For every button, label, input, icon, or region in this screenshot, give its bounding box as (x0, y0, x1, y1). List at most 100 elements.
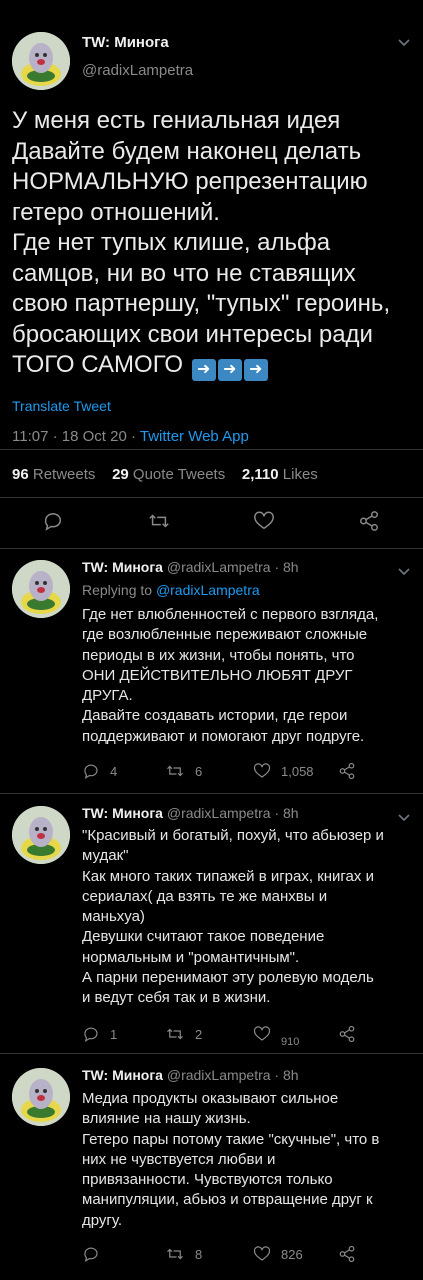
reply-button[interactable]: 4 (82, 762, 117, 780)
reply-line: сериалах( да взять те же манхвы и (82, 887, 328, 905)
share-icon (339, 1245, 355, 1263)
retweet-count: 2 (195, 1026, 203, 1042)
tweet-time[interactable]: 11:07 · 18 Oct 20 · (12, 428, 140, 445)
retweet-button[interactable]: 2 (165, 1025, 202, 1043)
author-name[interactable]: TW: Минога (82, 34, 169, 51)
reply-line: манипуляции, абьюз и отвращение друг к (82, 1191, 373, 1209)
reply-action-bar: 1 2 910 (0, 1025, 423, 1055)
reply-action-bar: 4 6 1,058 (0, 762, 423, 792)
reply-line: "Красивый и богатый, похуй, что абьюзер … (82, 827, 384, 844)
share-icon (339, 762, 355, 780)
top-edge (0, 0, 423, 10)
reply-line: мудак" (82, 847, 129, 865)
avatar[interactable] (12, 806, 70, 864)
divider (0, 793, 423, 794)
like-button[interactable]: 910 (253, 1025, 299, 1048)
reply-line: поддерживают и помогают друг подруге. (82, 727, 365, 745)
share-button[interactable] (338, 1245, 356, 1263)
reply-header: TW: Минога @radixLampetra · 8h (82, 1067, 299, 1083)
reply-line: ОНИ ДЕЙСТВИТЕЛЬНО ЛЮБЯТ ДРУГ (82, 666, 353, 684)
reply-icon (84, 1027, 98, 1043)
reply-line: Давайте создавать истории, где герои (82, 707, 348, 725)
reply-text: Медиа продукты оказывают сильное влияние… (82, 1089, 412, 1231)
share-icon (339, 1025, 355, 1043)
retweet-button[interactable]: 8 (165, 1245, 202, 1263)
reply-action-bar: 8 826 (0, 1245, 423, 1275)
heart-icon (254, 511, 274, 530)
reply-header: TW: Минога @radixLampetra · 8h (82, 805, 299, 821)
reply-line: Где нет влюбленностей с первого взгляда, (82, 606, 379, 623)
tweet-line: бросающих свои интересы ради (12, 320, 373, 348)
reply-line: другу. (82, 1211, 123, 1229)
reply-line: Медиа продукты оказывают сильное (82, 1090, 339, 1107)
share-icon (360, 511, 378, 531)
share-button[interactable] (358, 510, 380, 532)
reply-line: нормальным и "романтичным". (82, 948, 300, 966)
reply-icon (44, 513, 62, 531)
translate-tweet-link[interactable]: Translate Tweet (12, 398, 111, 414)
author-name[interactable]: TW: Минога (82, 1067, 163, 1083)
tweet-line: свою партнершу, "тупых" героинь, (12, 290, 391, 317)
author-name[interactable]: TW: Минога (82, 559, 163, 575)
author-handle[interactable]: @radixLampetra · 8h (167, 1067, 299, 1083)
retweet-icon (167, 1028, 183, 1040)
tweet-meta: 11:07 · 18 Oct 20 · Twitter Web App (12, 428, 249, 445)
tweet-line: ТОГО САМОГО (12, 351, 184, 378)
retweet-count: 8 (195, 1246, 203, 1262)
reply-line: периоды в их жизни, чтобы понять, что (82, 646, 355, 664)
retweet-button[interactable]: 6 (165, 762, 202, 780)
like-count: 826 (281, 1246, 303, 1262)
like-button[interactable] (253, 510, 275, 532)
reply-button[interactable]: 1 (82, 1025, 117, 1043)
reply-text: "Красивый и богатый, похуй, что абьюзер … (82, 826, 412, 1009)
tweet-line: Давайте будем наконец делать (12, 137, 362, 165)
tweet-line: НОРМАЛЬНУЮ репрезентацию (12, 168, 368, 195)
author-handle[interactable]: @radixLampetra · 8h (167, 805, 299, 821)
avatar[interactable] (12, 32, 70, 90)
retweet-icon (167, 765, 183, 777)
reply-line: А парни перенимают эту ролевую модель (82, 969, 374, 987)
reply-line: привязанности. Чувствуются только (82, 1171, 333, 1189)
tweet-source-link[interactable]: Twitter Web App (140, 428, 249, 445)
like-button[interactable]: 1,058 (253, 762, 314, 780)
author-handle[interactable]: @radixLampetra (82, 62, 193, 79)
chevron-down-icon[interactable] (398, 809, 410, 825)
reply-line: влияние на нашу жизнь. (82, 1110, 251, 1128)
author-name[interactable]: TW: Минога (82, 805, 163, 821)
reply-line: Как много таких типажей в играх, книгах … (82, 867, 374, 885)
tweet-text: У меня есть гениальная идея Давайте буде… (12, 106, 412, 381)
quotes-stat[interactable]: 29 Quote Tweets (112, 466, 225, 483)
reply-line: и ведут себя так и в жизни. (82, 989, 271, 1007)
main-action-bar (0, 510, 423, 540)
reply-line: где возлюбленные переживают сложные (82, 626, 368, 644)
heart-icon (253, 763, 271, 778)
reply-count: 4 (110, 763, 118, 779)
avatar[interactable] (12, 1068, 70, 1126)
reply-header: TW: Минога @radixLampetra · 8h (82, 559, 299, 575)
reply-line: них не чувствуется любви и (82, 1150, 276, 1168)
chevron-down-icon[interactable] (398, 34, 410, 50)
reply-icon (84, 764, 98, 780)
share-button[interactable] (338, 762, 356, 780)
like-count: 1,058 (281, 763, 314, 779)
tweet-line-last: ТОГО САМОГО ➜ ➜ ➜ (12, 350, 412, 381)
retweet-button[interactable] (147, 510, 171, 532)
like-button[interactable]: 826 (253, 1245, 303, 1263)
likes-stat[interactable]: 2,110 Likes (242, 466, 318, 483)
reply-button[interactable] (42, 510, 64, 532)
retweet-icon (167, 1248, 183, 1260)
heart-icon (253, 1026, 271, 1041)
avatar[interactable] (12, 560, 70, 618)
tweet-line: гетеро отношений. (12, 198, 220, 226)
heart-icon (253, 1246, 271, 1261)
right-arrow-emoji: ➜ (217, 359, 242, 381)
divider (0, 497, 423, 498)
reply-button[interactable] (82, 1245, 100, 1263)
reply-icon (84, 1247, 98, 1263)
chevron-down-icon[interactable] (398, 563, 410, 579)
share-button[interactable] (338, 1025, 356, 1043)
author-handle[interactable]: @radixLampetra · 8h (167, 559, 299, 575)
replying-to-link[interactable]: @radixLampetra (156, 582, 260, 598)
retweets-stat[interactable]: 96 Retweets (12, 466, 95, 483)
like-count: 910 (281, 1036, 300, 1048)
